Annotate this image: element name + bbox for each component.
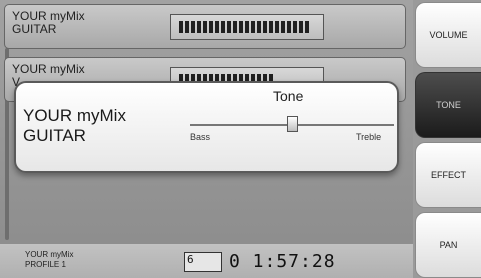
tone-slider-thumb[interactable] (287, 116, 298, 132)
pan-button[interactable]: PAN (415, 212, 481, 278)
meter-segment (215, 21, 219, 33)
meter-segment (263, 21, 267, 33)
meter-segment (191, 21, 195, 33)
bass-label: Bass (190, 132, 211, 142)
meter-segment (299, 21, 303, 33)
meter-segment (251, 21, 255, 33)
channel-name: YOUR myMix GUITAR (12, 9, 85, 36)
meter-segment (179, 21, 183, 33)
mix-area: YOUR myMix GUITAR YOUR myMix V YOUR myMi… (0, 0, 413, 278)
volume-button[interactable]: VOLUME (415, 2, 481, 68)
treble-label: Treble (356, 132, 382, 142)
tone-title: Tone (273, 88, 304, 104)
tone-button[interactable]: TONE (415, 72, 481, 138)
meter-segment (185, 21, 189, 33)
meter-segment (239, 21, 243, 33)
meter-segment (293, 21, 297, 33)
profile-name: YOUR myMix PROFILE 1 (25, 250, 74, 269)
channel-strip[interactable]: YOUR myMix GUITAR (4, 4, 406, 49)
meter-segment (209, 21, 213, 33)
meter-segment (269, 21, 273, 33)
meter-segment (287, 21, 291, 33)
meter-segment (257, 21, 261, 33)
effect-button[interactable]: EFFECT (415, 142, 481, 208)
tone-popup: YOUR myMix GUITAR Tone Bass Treble (14, 81, 399, 173)
popup-channel-name: YOUR myMix GUITAR (23, 106, 126, 145)
meter-segment (245, 21, 249, 33)
meter-segment (197, 21, 201, 33)
meter-segment (281, 21, 285, 33)
meter-segment (203, 21, 207, 33)
meter-segment (275, 21, 279, 33)
time-display: 0 1:57:28 (229, 251, 336, 272)
mode-sidebar: VOLUME TONE EFFECT PAN (413, 0, 481, 278)
status-bar: YOUR myMix PROFILE 1 6 0 1:57:28 (0, 244, 413, 278)
level-meter-fill (179, 21, 311, 33)
meter-segment (233, 21, 237, 33)
meter-segment (221, 21, 225, 33)
meter-segment (305, 21, 309, 33)
counter-box: 6 (184, 252, 222, 272)
tone-slider[interactable] (190, 116, 394, 132)
meter-segment (227, 21, 231, 33)
level-meter (170, 14, 324, 40)
